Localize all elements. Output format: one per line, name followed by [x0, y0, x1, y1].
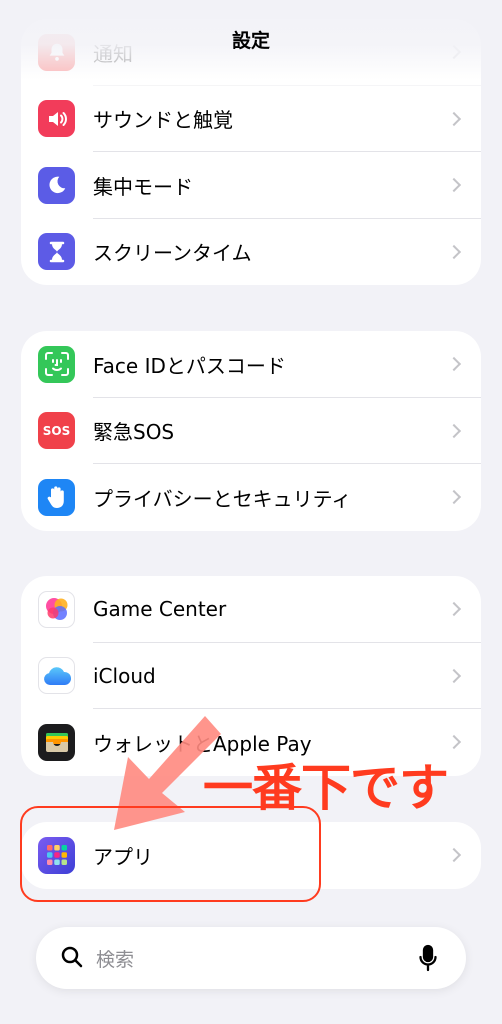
settings-row-privacy[interactable]: プライバシーとセキュリティ: [21, 464, 481, 531]
moon-icon: [38, 166, 75, 204]
chevron-right-icon: [446, 848, 462, 863]
game-center-icon: [38, 590, 75, 628]
chevron-right-icon: [446, 490, 462, 505]
settings-row-label: 集中モード: [93, 174, 193, 199]
settings-row-label: サウンドと触覚: [93, 108, 233, 133]
chevron-right-icon: [446, 602, 462, 617]
wallet-icon: [38, 723, 75, 761]
settings-row-icloud[interactable]: iCloud: [21, 643, 481, 709]
face-id-icon: [38, 345, 75, 383]
search-icon: [61, 946, 83, 968]
settings-row-focus[interactable]: 集中モード: [21, 152, 481, 219]
settings-row-emergency-sos[interactable]: SOS 緊急SOS: [21, 398, 481, 464]
settings-row-face-id[interactable]: Face IDとパスコード: [21, 331, 481, 398]
settings-group-services: Game Center iCloud ウォレットとApple Pay: [21, 576, 481, 776]
chevron-right-icon: [446, 178, 462, 193]
chevron-right-icon: [446, 735, 462, 750]
speaker-icon: [38, 100, 75, 138]
chevron-right-icon: [446, 111, 462, 126]
settings-row-label: Game Center: [93, 597, 227, 622]
annotation-highlight-box: [20, 806, 321, 902]
settings-row-label: プライバシーとセキュリティ: [93, 486, 352, 511]
microphone-icon[interactable]: [418, 944, 438, 972]
hand-icon: [38, 478, 75, 516]
chevron-right-icon: [446, 668, 462, 683]
sos-icon-text: SOS: [42, 423, 71, 438]
chevron-right-icon: [446, 357, 462, 372]
settings-row-screen-time[interactable]: スクリーンタイム: [21, 219, 481, 286]
hourglass-icon: [38, 233, 75, 271]
settings-row-label: スクリーンタイム: [93, 241, 252, 266]
page-title: 設定: [231, 30, 270, 52]
cloud-icon: [38, 657, 75, 695]
settings-row-game-center[interactable]: Game Center: [21, 576, 481, 643]
settings-row-label: iCloud: [93, 663, 156, 688]
chevron-right-icon: [446, 423, 462, 438]
sos-icon: SOS: [38, 412, 75, 450]
search-placeholder: 検索: [96, 949, 135, 971]
search-bar[interactable]: 検索: [36, 927, 466, 989]
chevron-right-icon: [446, 244, 462, 259]
settings-row-label: 緊急SOS: [93, 420, 175, 445]
settings-row-sounds[interactable]: サウンドと触覚: [21, 86, 481, 152]
settings-group-security: Face IDとパスコード SOS 緊急SOS プライバシーとセキュリティ: [21, 331, 481, 531]
settings-row-label: Face IDとパスコード: [93, 353, 286, 378]
